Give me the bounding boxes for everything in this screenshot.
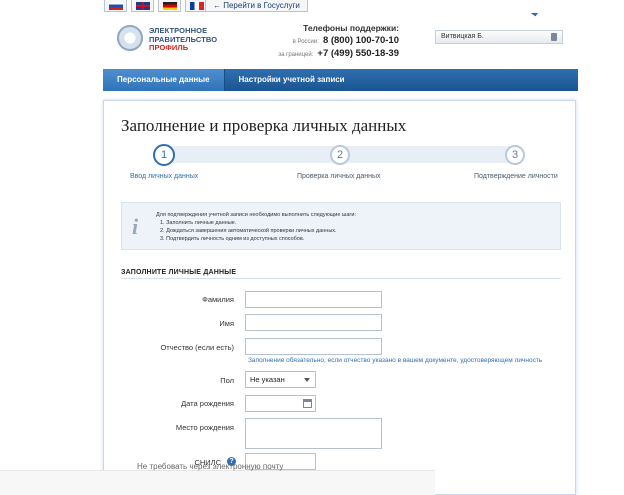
step-2-circle: 2 [330, 145, 350, 165]
logo-line-3: ПРОФИЛЬ [149, 43, 189, 52]
phone-abroad-label: за границей: [278, 52, 314, 58]
user-name: Витвицкая Б. [441, 33, 484, 40]
phone-ru-label: в России: [292, 39, 319, 45]
tab-personal-data[interactable]: Персональные данные [103, 69, 225, 91]
gender-label: Пол [220, 376, 234, 385]
step-3-label: Подтверждение личности [474, 173, 558, 180]
go-to-gosuslugi-button[interactable]: ← Перейти в Госуслуги [205, 0, 308, 12]
name-input[interactable] [245, 314, 382, 331]
calendar-icon[interactable] [303, 399, 312, 408]
step-1-label: Ввод личных данных [130, 173, 199, 180]
info-intro: Для подтверждения учетной записи необход… [156, 212, 356, 218]
support-phones: Телефоны поддержки: в России: 8 (800) 10… [277, 23, 399, 59]
language-switcher [104, 0, 208, 12]
emblem-icon [117, 25, 143, 51]
main-nav: Персональные данные Настройки учетной за… [103, 69, 578, 91]
name-label: Имя [219, 319, 234, 328]
flag-de-icon[interactable] [158, 0, 181, 12]
surname-label: Фамилия [202, 295, 234, 304]
chevron-down-icon [304, 378, 310, 382]
patronymic-input[interactable] [245, 338, 382, 355]
step-2-label: Проверка личных данных [297, 173, 381, 180]
gender-select[interactable]: Не указан [245, 371, 316, 388]
step-1-circle: 1 [153, 144, 175, 166]
gender-value: Не указан [250, 375, 285, 384]
page-title: Заполнение и проверка личных данных [121, 116, 407, 135]
tab-account-settings[interactable]: Настройки учетной записи [225, 69, 359, 91]
logout-icon[interactable] [551, 33, 557, 41]
flag-ru-icon[interactable] [104, 0, 127, 12]
logo[interactable]: ЭЛЕКТРОННОЕ ПРАВИТЕЛЬСТВО ПРОФИЛЬ [149, 26, 217, 53]
flag-en-icon[interactable] [131, 0, 154, 12]
header: ЭЛЕКТРОННОЕ ПРАВИТЕЛЬСТВО ПРОФИЛЬ Телефо… [103, 13, 578, 103]
info-text: Для подтверждения учетной записи необход… [156, 211, 356, 243]
birthdate-label: Дата рождения [181, 399, 234, 408]
bottom-hint-text: Не требовать через электронную почту [137, 462, 284, 471]
step-3-circle: 3 [505, 145, 525, 165]
birthplace-textarea[interactable] [245, 418, 382, 449]
phone-ru: 8 (800) 100-70-10 [322, 35, 399, 46]
info-step-1: 1. Заполнить личные данные. [160, 220, 237, 226]
patronymic-label: Отчество (если есть) [160, 343, 234, 352]
info-step-3: 3. Подтвердить личность одним из доступн… [160, 236, 305, 242]
info-box: i Для подтверждения учетной записи необх… [121, 202, 561, 250]
info-step-2: 2. Дождаться завершения автоматической п… [160, 228, 337, 234]
surname-input[interactable] [245, 291, 382, 308]
info-icon: i [132, 214, 139, 239]
birthdate-input[interactable] [245, 395, 316, 412]
section-title: ЗАПОЛНИТЕ ЛИЧНЫЕ ДАННЫЕ [121, 269, 237, 276]
bottom-overlay [0, 470, 435, 495]
user-menu[interactable]: Витвицкая Б. [435, 30, 563, 44]
patronymic-hint: Заполнение обязательно, если отчество ук… [248, 357, 543, 364]
support-title: Телефоны поддержки: [303, 23, 399, 33]
section-divider [121, 278, 561, 279]
phone-abroad: +7 (499) 550-18-39 [317, 48, 399, 59]
birthplace-label: Место рождения [175, 423, 234, 432]
